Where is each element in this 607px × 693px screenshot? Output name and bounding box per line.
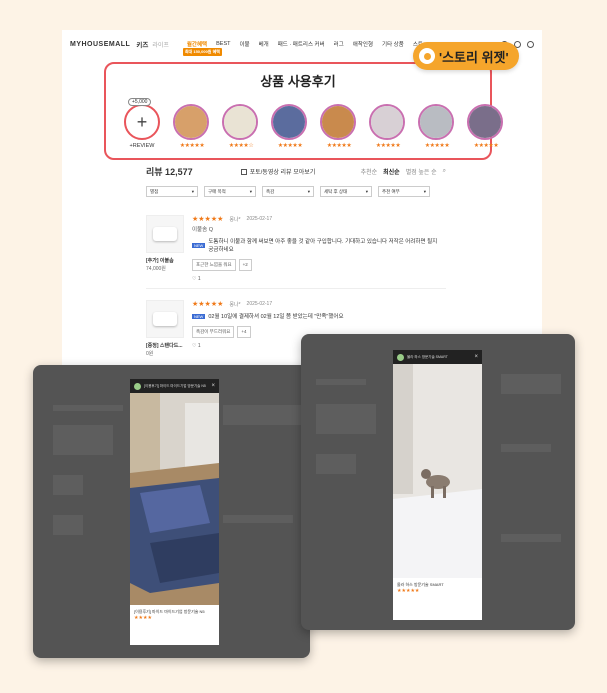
product-price: 0원: [146, 351, 154, 357]
add-review-button[interactable]: +5,000 + +REVIEW: [122, 98, 162, 149]
new-badge: NEW: [192, 313, 206, 319]
review-body: ★★★★★ 몽나* 2025-02-17 이불솜 Q NEW 도톰하니 이불과 함께 …: [192, 215, 442, 282]
promo-tag: 최대 150,000원 혜택: [182, 48, 222, 56]
divider: [146, 288, 446, 289]
review-text: 도톰하니 이불과 함께 써보면 아주 좋을 것 같아 구입합니다. 기대하고 있…: [208, 239, 438, 253]
story-overlay-left: [이용후기] 마이드 마이드기업 방문기술 N5 × [이용후기] 마이드 마이드…: [33, 365, 310, 658]
review-count: 리뷰 12,577: [146, 167, 193, 177]
filter-dropdown[interactable]: 촉감 ▾: [262, 186, 314, 197]
review-rating: ★★★★★ 몽나* 2025-02-17: [192, 216, 273, 223]
nav-item[interactable]: 러그: [334, 40, 344, 48]
product-name[interactable]: [추가] 이불솜: [146, 257, 174, 264]
filter-bar: 별점 ▾ 구매 목적 ▾ 촉감 ▾ 세탁 후 상태 ▾ 추천 여부 ▾: [146, 186, 430, 197]
filter-dropdown[interactable]: 별점 ▾: [146, 186, 198, 197]
widget-title: 상품 사용후기: [260, 74, 336, 89]
checkbox[interactable]: [240, 168, 247, 175]
story-rating: ★★★★★: [397, 588, 420, 594]
filter-dropdown[interactable]: 구매 목적 ▾: [204, 186, 256, 197]
review-chip[interactable]: 촉감이 부드러워요: [192, 326, 235, 338]
chat-icon: [419, 48, 435, 64]
reviewer: 몽나*: [229, 301, 241, 308]
plus-icon: +: [124, 104, 160, 140]
story-thumb[interactable]: ★★★★★: [320, 104, 358, 149]
nav-item[interactable]: 베개: [259, 40, 269, 48]
story-footer: [이용후기] 마이드 마이드기업 방문기술 N5 ★★★★: [130, 605, 219, 645]
story-thumb[interactable]: ★★★★★: [467, 104, 505, 149]
story-footer: 몰라 하스 방문기술 SMART ★★★★★: [393, 578, 482, 620]
sort-latest[interactable]: 최신순: [383, 167, 400, 176]
story-widget-tag: '스토리 위젯': [413, 42, 519, 70]
nav-item[interactable]: 기타 상품: [382, 40, 404, 48]
like-count[interactable]: ♡ 1: [192, 276, 442, 282]
sort-recommended[interactable]: 추천순: [361, 167, 378, 176]
review-text: 02월 10일에 결제하셔 02월 12일 쯤 받았는데 "만족"했어요: [208, 314, 344, 320]
review-date: 2025-02-17: [246, 301, 273, 307]
nav-promo[interactable]: 월간혜택 최대 150,000원 혜택: [182, 40, 222, 56]
product-thumbnail[interactable]: [146, 215, 184, 253]
review-chip-more[interactable]: +4: [237, 326, 251, 338]
nav-category-life[interactable]: 라이프: [152, 40, 169, 49]
bed-photo: [130, 393, 219, 605]
product-name[interactable]: [증정] 스탠다드...: [146, 342, 183, 349]
reviewer: 몽나*: [229, 216, 241, 223]
user-icon[interactable]: [527, 40, 534, 48]
product-thumbnail[interactable]: [146, 300, 184, 338]
nav-item[interactable]: BEST: [216, 41, 230, 47]
story-list: +5,000 + +REVIEW ★★★★★ ★★★★☆ ★★★★★ ★★★★★…: [122, 98, 505, 149]
cat-photo: [393, 364, 482, 578]
story-thumb[interactable]: ★★★★☆: [222, 104, 260, 149]
sort-options: 추천순 최신순 별점 높은 순 ⌕: [361, 167, 446, 176]
story-thumb[interactable]: ★★★★★: [173, 104, 211, 149]
close-icon[interactable]: ×: [211, 383, 215, 389]
story-thumb[interactable]: ★★★★★: [271, 104, 309, 149]
story-viewer[interactable]: 몰라 하스 방문기술 SMART × 몰라 하스 방문기술 SMART ★★★★★: [393, 350, 482, 620]
story-widget: 상품 사용후기 +5,000 + +REVIEW ★★★★★ ★★★★☆ ★★★…: [104, 62, 503, 160]
photo-filter[interactable]: 포토/동영상 리뷰 모아보기: [240, 167, 315, 176]
nav-item[interactable]: 이불: [240, 40, 250, 48]
review-date: 2025-02-17: [246, 216, 273, 222]
story-header: 몰라 하스 방문기술 SMART: [407, 354, 448, 359]
avatar: [134, 382, 141, 390]
search-icon[interactable]: ⌕: [443, 168, 446, 175]
sort-rating[interactable]: 별점 높은 순: [406, 167, 437, 176]
avatar: [397, 353, 404, 361]
story-viewer[interactable]: [이용후기] 마이드 마이드기업 방문기술 N5 × [이용후기] 마이드 마이드…: [130, 379, 219, 645]
review-chip[interactable]: 포근한 느낌을 줘요: [192, 259, 236, 271]
review-chip-more[interactable]: +2: [238, 259, 252, 271]
product-price: 74,000원: [146, 266, 166, 272]
story-overlay-right: 몰라 하스 방문기술 SMART × 몰라 하스 방문기술 SMART ★★★★★: [301, 334, 575, 630]
nav-item[interactable]: 애착인형: [353, 40, 373, 48]
reviews-header: 리뷰 12,577 포토/동영상 리뷰 모아보기 추천순 최신순 별점 높은 순…: [146, 165, 446, 178]
story-header: [이용후기] 마이드 마이드기업 방문기술 N5: [144, 383, 206, 388]
review-rating: ★★★★★ 몽나* 2025-02-17: [192, 301, 273, 308]
reward-badge: +5,000: [128, 98, 152, 106]
story-thumb[interactable]: ★★★★★: [369, 104, 407, 149]
add-review-label: +REVIEW: [129, 143, 155, 149]
story-thumb[interactable]: ★★★★★: [418, 104, 456, 149]
new-badge: NEW: [192, 242, 206, 248]
nav-category-kids[interactable]: 키즈: [136, 39, 148, 49]
review-option: 이불솜 Q: [192, 227, 213, 233]
store-logo[interactable]: MYHOUSEMALL: [70, 41, 130, 48]
filter-dropdown[interactable]: 세탁 후 상태 ▾: [320, 186, 372, 197]
filter-dropdown[interactable]: 추천 여부 ▾: [378, 186, 430, 197]
close-icon[interactable]: ×: [474, 354, 478, 360]
story-rating: ★★★★: [134, 615, 152, 621]
nav-item[interactable]: 패드 · 매트리스 커버: [278, 40, 325, 48]
